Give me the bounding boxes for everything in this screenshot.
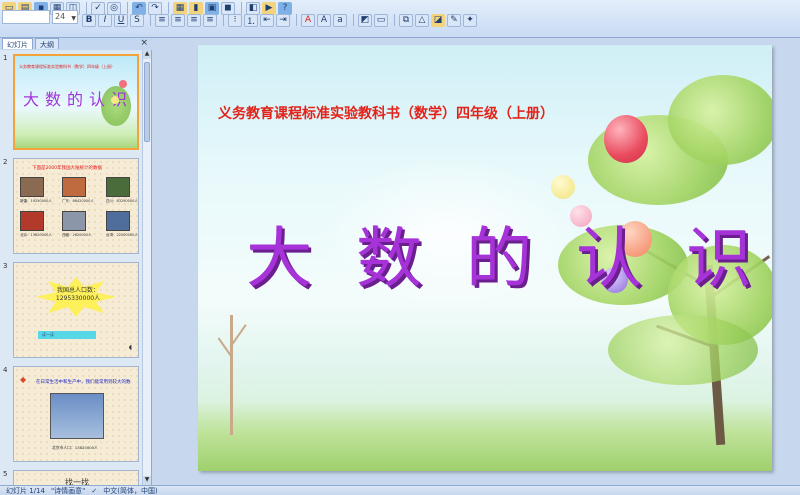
tab-slides[interactable]: 幻灯片 [2, 38, 33, 49]
status-bar: 幻灯片 1/14 "诗情画意" ✓ 中文(简体，中国) [0, 485, 800, 495]
slide-canvas[interactable]: 义务教育课程标准实验教科书（数学）四年级（上册） 大数的认识 [198, 45, 772, 471]
thumbnail-number: 4 [3, 366, 8, 374]
decrease-indent-icon[interactable]: ⇤ [260, 13, 274, 27]
yellow-balloon [551, 175, 575, 199]
thumbnail-subtitle: 义务教育课程标准实验教科书（数学）四年级（上册） [19, 64, 115, 69]
toolbar-separator [394, 14, 395, 26]
fish-icon: ◆ [20, 375, 27, 384]
slide-title[interactable]: 大数的认识 [246, 205, 772, 301]
thumbnail-number: 2 [3, 158, 8, 166]
thumbnail-heading: 下面是2000年我国大陆统计的数据 [32, 166, 102, 171]
balloon-image [119, 80, 127, 88]
numbering-icon[interactable]: ⒈ [244, 13, 258, 27]
spellcheck-icon[interactable]: ✓ [91, 487, 97, 495]
thumbnail-slide-1[interactable]: 义务教育课程标准实验教科书（数学）四年级（上册） 大数的认识 [13, 54, 139, 150]
bold-icon[interactable]: B [82, 13, 96, 27]
bullets-icon[interactable]: ⁝ [228, 13, 242, 27]
thumbnail-number: 3 [3, 262, 8, 270]
font-size-select[interactable]: 24 ▼ [52, 10, 78, 24]
thumbnail-heading: 找一找 [65, 478, 89, 485]
underline-icon[interactable]: U [114, 13, 128, 27]
ribbon-toolbar: ▭ ▤ ▪ ▦ ◫ ✓ ◎ ↶ ↷ ▦ ▮ ▣ ◼ ◧ ▶ ? 24 ▼ B I… [0, 0, 800, 38]
italic-icon[interactable]: I [98, 13, 112, 27]
arrange-icon[interactable]: ⧉ [399, 13, 413, 27]
photo-caption: 新疆：19250000人 [20, 199, 52, 203]
design-icon[interactable]: ◩ [358, 13, 372, 27]
photo-caption: 广东：86420000人 [62, 199, 94, 203]
slide-index-status: 幻灯片 1/14 [6, 486, 45, 495]
shrink-font-icon[interactable]: a [333, 13, 347, 27]
thumbnail-number: 1 [3, 54, 8, 62]
highlight-text: 读一读 [42, 332, 54, 337]
photo-image [20, 177, 44, 197]
align-right-icon[interactable]: ≡ [187, 13, 201, 27]
chevron-down-icon: ▼ [71, 15, 76, 22]
tree-foliage [668, 75, 772, 165]
toolbar-separator [150, 14, 151, 26]
photo-image [20, 211, 44, 231]
shapes-icon[interactable]: △ [415, 13, 429, 27]
effects-icon[interactable]: ✦ [463, 13, 477, 27]
tab-outline[interactable]: 大纲 [35, 38, 59, 49]
line-color-icon[interactable]: ✎ [447, 13, 461, 27]
photo-caption: 台湾：22000000人 [106, 233, 138, 237]
red-balloon [604, 115, 648, 163]
new-slide-icon[interactable]: ▭ [374, 13, 388, 27]
align-left-icon[interactable]: ≡ [155, 13, 169, 27]
photo-image [62, 211, 86, 231]
thumbnail-heading: 在日常生活中和生产中，我们能常用到较大的数 [36, 380, 131, 385]
thumbnail-slide-3[interactable]: 我国总人口数：1295330000人 读一读 ◖ [13, 262, 139, 358]
justify-icon[interactable]: ≡ [203, 13, 217, 27]
fill-color-icon[interactable]: ◪ [431, 13, 445, 27]
toolbar-separator [296, 14, 297, 26]
photo-caption: 北京市人口：13820000人 [52, 445, 98, 450]
star-text: 我国总人口数：1295330000人 [55, 287, 101, 302]
balloon-image [111, 96, 119, 104]
sound-icon: ◖ [128, 344, 132, 351]
tree-foliage [608, 315, 758, 385]
theme-name-status: "诗情画意" [50, 486, 86, 495]
temple-photo-image [50, 393, 104, 439]
thumbnail-slide-4[interactable]: ◆ 在日常生活中和生产中，我们能常用到较大的数 北京市人口：13820000人 [13, 366, 139, 462]
font-color-icon[interactable]: A [301, 13, 315, 27]
thumbnail-slide-5[interactable]: 找一找 [13, 470, 139, 485]
align-center-icon[interactable]: ≡ [171, 13, 185, 27]
toolbar-separator [353, 14, 354, 26]
scrollbar-thumb[interactable] [144, 62, 150, 142]
photo-image [106, 211, 130, 231]
photo-caption: 北京：13820000人 [20, 233, 52, 237]
shadow-icon[interactable]: S [130, 13, 144, 27]
photo-image [62, 177, 86, 197]
scroll-down-icon[interactable]: ▼ [143, 476, 151, 485]
increase-indent-icon[interactable]: ⇥ [276, 13, 290, 27]
photo-caption: 西藏：2620000人 [62, 233, 92, 237]
photo-image [106, 177, 130, 197]
close-icon[interactable]: × [140, 38, 148, 48]
small-tree-trunk [230, 315, 233, 435]
language-status[interactable]: 中文(简体，中国) [103, 486, 157, 495]
thumbnail-list: 1 义务教育课程标准实验教科书（数学）四年级（上册） 大数的认识 2 下面是20… [0, 50, 143, 485]
slide-thumbnails-panel: 幻灯片 大纲 × 1 义务教育课程标准实验教科书（数学）四年级（上册） 大数的认… [0, 38, 152, 485]
thumbnail-number: 5 [3, 470, 8, 478]
grass-ground [198, 401, 772, 471]
font-size-value: 24 [55, 12, 66, 21]
panel-tabs: 幻灯片 大纲 × [0, 38, 152, 50]
toolbar-separator [223, 14, 224, 26]
scroll-up-icon[interactable]: ▲ [143, 50, 151, 59]
thumbnail-scrollbar[interactable]: ▲ ▼ [142, 50, 151, 485]
slide-subtitle[interactable]: 义务教育课程标准实验教科书（数学）四年级（上册） [218, 103, 554, 123]
slide-editing-area: 义务教育课程标准实验教科书（数学）四年级（上册） 大数的认识 [152, 38, 800, 485]
font-name-select[interactable] [2, 10, 50, 24]
grow-font-icon[interactable]: A [317, 13, 331, 27]
thumbnail-slide-2[interactable]: 下面是2000年我国大陆统计的数据 新疆：19250000人 广东：864200… [13, 158, 139, 254]
toolbar-row-formatting: B I U S ≡ ≡ ≡ ≡ ⁝ ⒈ ⇤ ⇥ A A a ◩ ▭ ⧉ △ ◪ … [82, 12, 479, 28]
photo-caption: 四川：83290000人 [106, 199, 138, 203]
